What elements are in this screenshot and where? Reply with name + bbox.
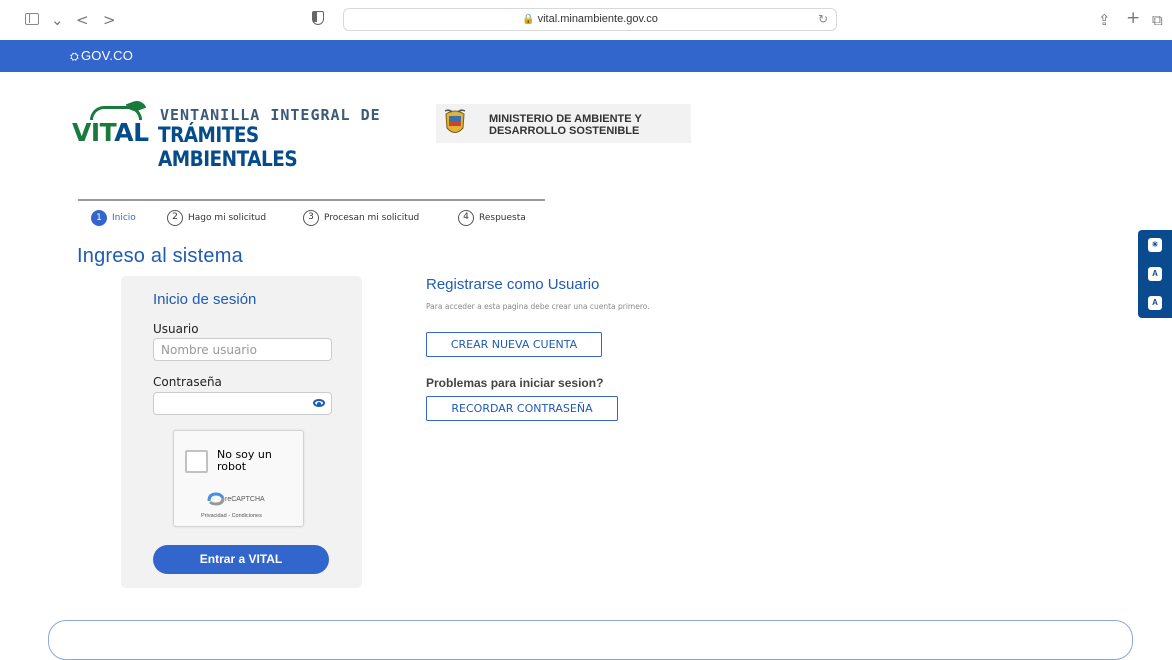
captcha-checkbox[interactable] xyxy=(185,450,208,473)
gov-co-text: GOV.CO xyxy=(81,48,134,63)
vital-tagline-1: VENTANILLA INTEGRAL DE xyxy=(160,106,381,124)
steps-divider xyxy=(78,199,545,201)
page-title: Ingreso al sistema xyxy=(77,245,243,267)
url-text: vital.minambiente.gov.co xyxy=(537,13,658,25)
password-label: Contraseña xyxy=(153,375,222,389)
footer-card xyxy=(48,620,1133,660)
show-password-icon[interactable] xyxy=(313,399,325,407)
login-problems-text: Problemas para iniciar sesion? xyxy=(426,376,604,390)
username-label: Usuario xyxy=(153,322,199,336)
register-subtitle: Para acceder a esta pagina debe crear un… xyxy=(426,302,650,311)
coat-of-arms-icon xyxy=(444,109,466,133)
create-account-button[interactable]: CREAR NUEVA CUENTA xyxy=(426,332,602,357)
step-respuesta: 4 Respuesta xyxy=(458,210,526,226)
address-bar[interactable]: 🔒 vital.minambiente.gov.co ↻ xyxy=(343,8,837,31)
gov-bar: ⛭ GOV.CO xyxy=(0,40,1172,72)
share-icon[interactable]: ⇪ xyxy=(1098,11,1111,29)
step-inicio: 1 Inicio xyxy=(91,210,136,226)
gov-co-logo[interactable]: ⛭ GOV.CO xyxy=(70,48,133,64)
new-tab-icon[interactable]: + xyxy=(1126,9,1140,27)
reload-icon[interactable]: ↻ xyxy=(818,12,828,26)
recover-password-button[interactable]: RECORDAR CONTRASEÑA xyxy=(426,396,618,421)
password-input[interactable] xyxy=(153,392,332,415)
vital-logo[interactable]: VITAL VENTANILLA INTEGRAL DE TRÁMITES AM… xyxy=(72,106,382,171)
back-icon[interactable]: < xyxy=(76,11,89,29)
privacy-shield-icon[interactable] xyxy=(312,11,324,25)
recaptcha-logo-icon xyxy=(207,492,225,506)
vital-tagline-2: TRÁMITES AMBIENTALES xyxy=(158,123,298,171)
vital-wordmark: VITAL xyxy=(72,118,149,147)
contrast-icon[interactable]: ☀ xyxy=(1148,238,1162,252)
step-procesan-solicitud: 3 Procesan mi solicitud xyxy=(303,210,419,226)
register-title: Registrarse como Usuario xyxy=(426,276,600,293)
sidebar-toggle-icon[interactable] xyxy=(25,13,39,25)
captcha-label: No soy un robot xyxy=(217,448,272,473)
chevron-down-icon[interactable]: ⌄ xyxy=(51,11,64,29)
accessibility-toolbar: ☀ A A xyxy=(1138,230,1172,318)
forward-icon[interactable]: > xyxy=(103,11,116,29)
ministry-logo[interactable]: MINISTERIO DE AMBIENTE Y DESARROLLO SOST… xyxy=(436,104,691,143)
browser-toolbar: ⌄ < > 🔒 vital.minambiente.gov.co ↻ ⇪ + ⧉ xyxy=(0,0,1172,40)
login-title: Inicio de sesión xyxy=(153,291,257,308)
enter-vital-button[interactable]: Entrar a VITAL xyxy=(153,545,329,574)
decrease-font-icon[interactable]: A xyxy=(1148,267,1162,281)
gov-co-emblem-icon: ⛭ xyxy=(70,50,79,63)
step-hago-solicitud: 2 Hago mi solicitud xyxy=(167,210,266,226)
tabs-overview-icon[interactable]: ⧉ xyxy=(1152,11,1163,29)
login-card: Inicio de sesión Usuario Nombre usuario … xyxy=(121,276,362,588)
ministry-name: MINISTERIO DE AMBIENTE Y DESARROLLO SOST… xyxy=(489,113,642,137)
recaptcha-widget: No soy un robot reCAPTCHA Privacidad - C… xyxy=(173,430,304,527)
captcha-links[interactable]: Privacidad - Condiciones xyxy=(201,513,262,519)
lock-icon: 🔒 xyxy=(522,14,535,25)
captcha-brand: reCAPTCHA xyxy=(225,496,265,503)
username-input[interactable]: Nombre usuario xyxy=(153,338,332,361)
increase-font-icon[interactable]: A xyxy=(1148,296,1162,310)
